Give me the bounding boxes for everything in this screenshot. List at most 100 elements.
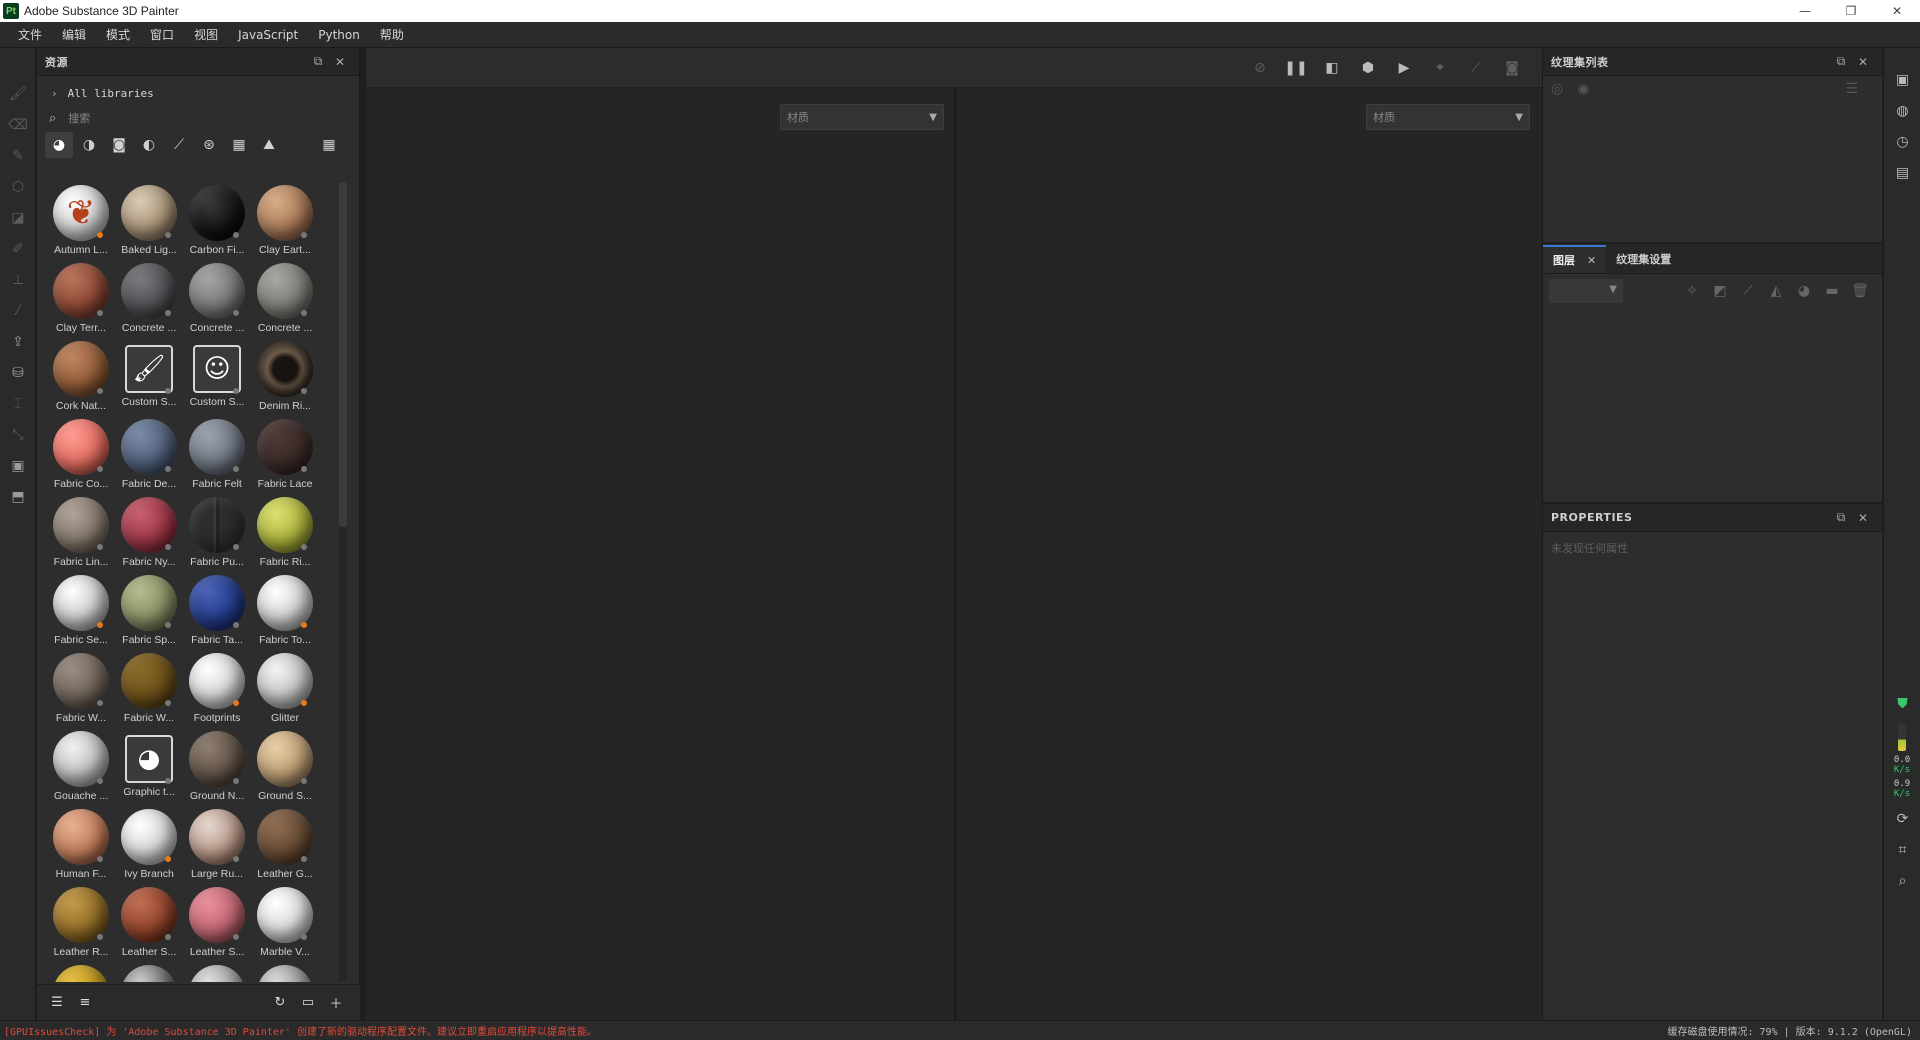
measure-icon[interactable]: ⌶ xyxy=(0,388,36,419)
asset-tile[interactable]: 🖌 Custom S... xyxy=(115,338,183,416)
add-smart-material-icon[interactable]: ◕ xyxy=(1790,283,1818,299)
asset-tile[interactable]: Concrete ... xyxy=(183,260,251,338)
asset-tile[interactable]: Human F... xyxy=(47,806,115,884)
menu-javascript[interactable]: JavaScript xyxy=(228,22,308,48)
paint-brush-icon[interactable]: 🖌 xyxy=(0,78,36,109)
add-mask-icon[interactable]: ◩ xyxy=(1706,283,1734,299)
library-selector[interactable]: › All libraries xyxy=(37,80,359,106)
history-icon[interactable]: ◷ xyxy=(1884,126,1920,157)
textures-filter-icon[interactable]: ▦ xyxy=(225,132,253,158)
asset-tile[interactable]: ❦ Autumn L... xyxy=(47,182,115,260)
smudge-icon[interactable]: ✐ xyxy=(0,233,36,264)
add-folder-icon[interactable]: ▬ xyxy=(1818,283,1846,299)
asset-tile[interactable]: Carbon Fi... xyxy=(183,182,251,260)
screenshot-icon[interactable]: ◙ xyxy=(1494,53,1530,83)
display-settings-icon[interactable]: ▣ xyxy=(0,450,36,481)
asset-tile[interactable]: Fabric W... xyxy=(115,650,183,728)
channel-select[interactable]: ▼ xyxy=(1549,279,1623,303)
shader-settings-icon[interactable]: ⬒ xyxy=(0,481,36,512)
add-effect-icon[interactable]: ✧ xyxy=(1678,283,1706,299)
materials-filter-icon[interactable]: ◕ xyxy=(45,132,73,158)
undock-icon[interactable]: ⧉ xyxy=(1830,54,1852,69)
asset-tile[interactable]: Marble V... xyxy=(251,884,319,962)
visibility-icon[interactable]: ◉ xyxy=(1577,81,1589,97)
list-menu-icon[interactable]: ☰ xyxy=(1845,81,1858,97)
log-icon[interactable]: ▤ xyxy=(1884,157,1920,188)
asset-tile[interactable]: Fabric Sp... xyxy=(115,572,183,650)
viewport-divider[interactable] xyxy=(954,88,956,1020)
refresh-icon[interactable]: ↻ xyxy=(268,991,292,1015)
asset-tile[interactable]: Clay Terr... xyxy=(47,260,115,338)
asset-tile[interactable] xyxy=(115,962,183,982)
asset-tile[interactable]: Fabric De... xyxy=(115,416,183,494)
asset-tile[interactable]: Cork Nat... xyxy=(47,338,115,416)
pause-icon[interactable]: ❚❚ xyxy=(1278,53,1314,83)
asset-tile[interactable]: Footprints xyxy=(183,650,251,728)
tab-texture-set-settings[interactable]: 纹理集设置 xyxy=(1606,245,1681,273)
asset-tile[interactable]: Fabric Ny... xyxy=(115,494,183,572)
menu-view[interactable]: 视图 xyxy=(184,22,228,48)
close-icon[interactable]: ✕ xyxy=(329,55,351,69)
asset-tile[interactable]: Large Ru... xyxy=(183,806,251,884)
asset-tile[interactable]: Fabric W... xyxy=(47,650,115,728)
menu-file[interactable]: 文件 xyxy=(8,22,52,48)
undock-icon[interactable]: ⧉ xyxy=(307,54,329,69)
menu-python[interactable]: Python xyxy=(308,22,370,48)
visibility-off-icon[interactable]: ◎ xyxy=(1551,81,1563,97)
menu-edit[interactable]: 编辑 xyxy=(52,22,96,48)
menu-window[interactable]: 窗口 xyxy=(140,22,184,48)
display-icon[interactable]: ▣ xyxy=(1884,64,1920,95)
asset-tile[interactable]: Concrete ... xyxy=(251,260,319,338)
crop-icon[interactable]: ⌗ xyxy=(1884,834,1920,865)
sort-icon[interactable]: ≡ xyxy=(73,991,97,1015)
asset-tile[interactable]: Fabric To... xyxy=(251,572,319,650)
brushes-filter-icon[interactable]: ⟋ xyxy=(165,132,193,158)
projection-icon[interactable]: ✎ xyxy=(0,140,36,171)
asset-tile[interactable]: Fabric Lace xyxy=(251,416,319,494)
asset-tile[interactable]: ◕ Graphic t... xyxy=(115,728,183,806)
sync-icon[interactable]: ⟳ xyxy=(1884,803,1920,834)
particles-filter-icon[interactable]: ⊛ xyxy=(195,132,223,158)
add-fill-layer-icon[interactable]: ◭ xyxy=(1762,283,1790,299)
asset-tile[interactable]: Leather S... xyxy=(115,884,183,962)
asset-tile[interactable]: Concrete ... xyxy=(115,260,183,338)
smart-materials-filter-icon[interactable]: ◑ xyxy=(75,132,103,158)
asset-tile[interactable]: Baked Lig... xyxy=(115,182,183,260)
asset-tile[interactable] xyxy=(47,962,115,982)
shield-icon[interactable]: ⛊ xyxy=(1884,688,1920,719)
asset-tile[interactable]: Denim Ri... xyxy=(251,338,319,416)
minimize-button[interactable]: — xyxy=(1782,0,1828,22)
environments-filter-icon[interactable]: ⛰ xyxy=(255,132,283,158)
close-window-button[interactable]: ✕ xyxy=(1874,0,1920,22)
shader-icon[interactable]: ◍ xyxy=(1884,95,1920,126)
add-paint-layer-icon[interactable]: ⟋ xyxy=(1734,283,1762,299)
viewport-3d-mode-select[interactable]: 材质 ▼ xyxy=(780,104,944,130)
restore-button[interactable]: ❐ xyxy=(1828,0,1874,22)
tab-layers[interactable]: 图层 ✕ xyxy=(1543,245,1607,273)
grid-view-icon[interactable]: ▦ xyxy=(315,132,343,158)
folder-icon[interactable]: ▭ xyxy=(296,991,320,1015)
close-icon[interactable]: ✕ xyxy=(1852,55,1874,69)
asset-tile[interactable]: Leather R... xyxy=(47,884,115,962)
asset-tile[interactable]: Leather G... xyxy=(251,806,319,884)
brush-settings-icon[interactable]: ⟋ xyxy=(1458,53,1494,83)
menu-help[interactable]: 帮助 xyxy=(370,22,414,48)
masks-filter-icon[interactable]: ◙ xyxy=(105,132,133,158)
menu-mode[interactable]: 模式 xyxy=(96,22,140,48)
asset-tile[interactable]: Fabric Pu... xyxy=(183,494,251,572)
transform-icon[interactable]: ⤡ xyxy=(0,419,36,450)
undock-icon[interactable]: ⧉ xyxy=(1830,510,1852,525)
delete-icon[interactable]: 🗑 xyxy=(1846,283,1874,299)
add-icon[interactable]: ＋ xyxy=(324,991,348,1015)
asset-tile[interactable]: Fabric Felt xyxy=(183,416,251,494)
geometry-fill-icon[interactable]: ⬡ xyxy=(0,171,36,202)
asset-tile[interactable]: Leather S... xyxy=(183,884,251,962)
bake-icon[interactable]: ⇪ xyxy=(0,326,36,357)
generators-filter-icon[interactable]: ◐ xyxy=(135,132,163,158)
asset-tile[interactable]: Fabric Ri... xyxy=(251,494,319,572)
search-input[interactable]: 搜索 xyxy=(68,110,90,126)
eraser-icon[interactable]: ⌫ xyxy=(0,109,36,140)
asset-scrollbar[interactable] xyxy=(339,182,347,982)
color-picker-icon[interactable]: ⁄ xyxy=(0,295,36,326)
asset-tile[interactable]: Fabric Co... xyxy=(47,416,115,494)
